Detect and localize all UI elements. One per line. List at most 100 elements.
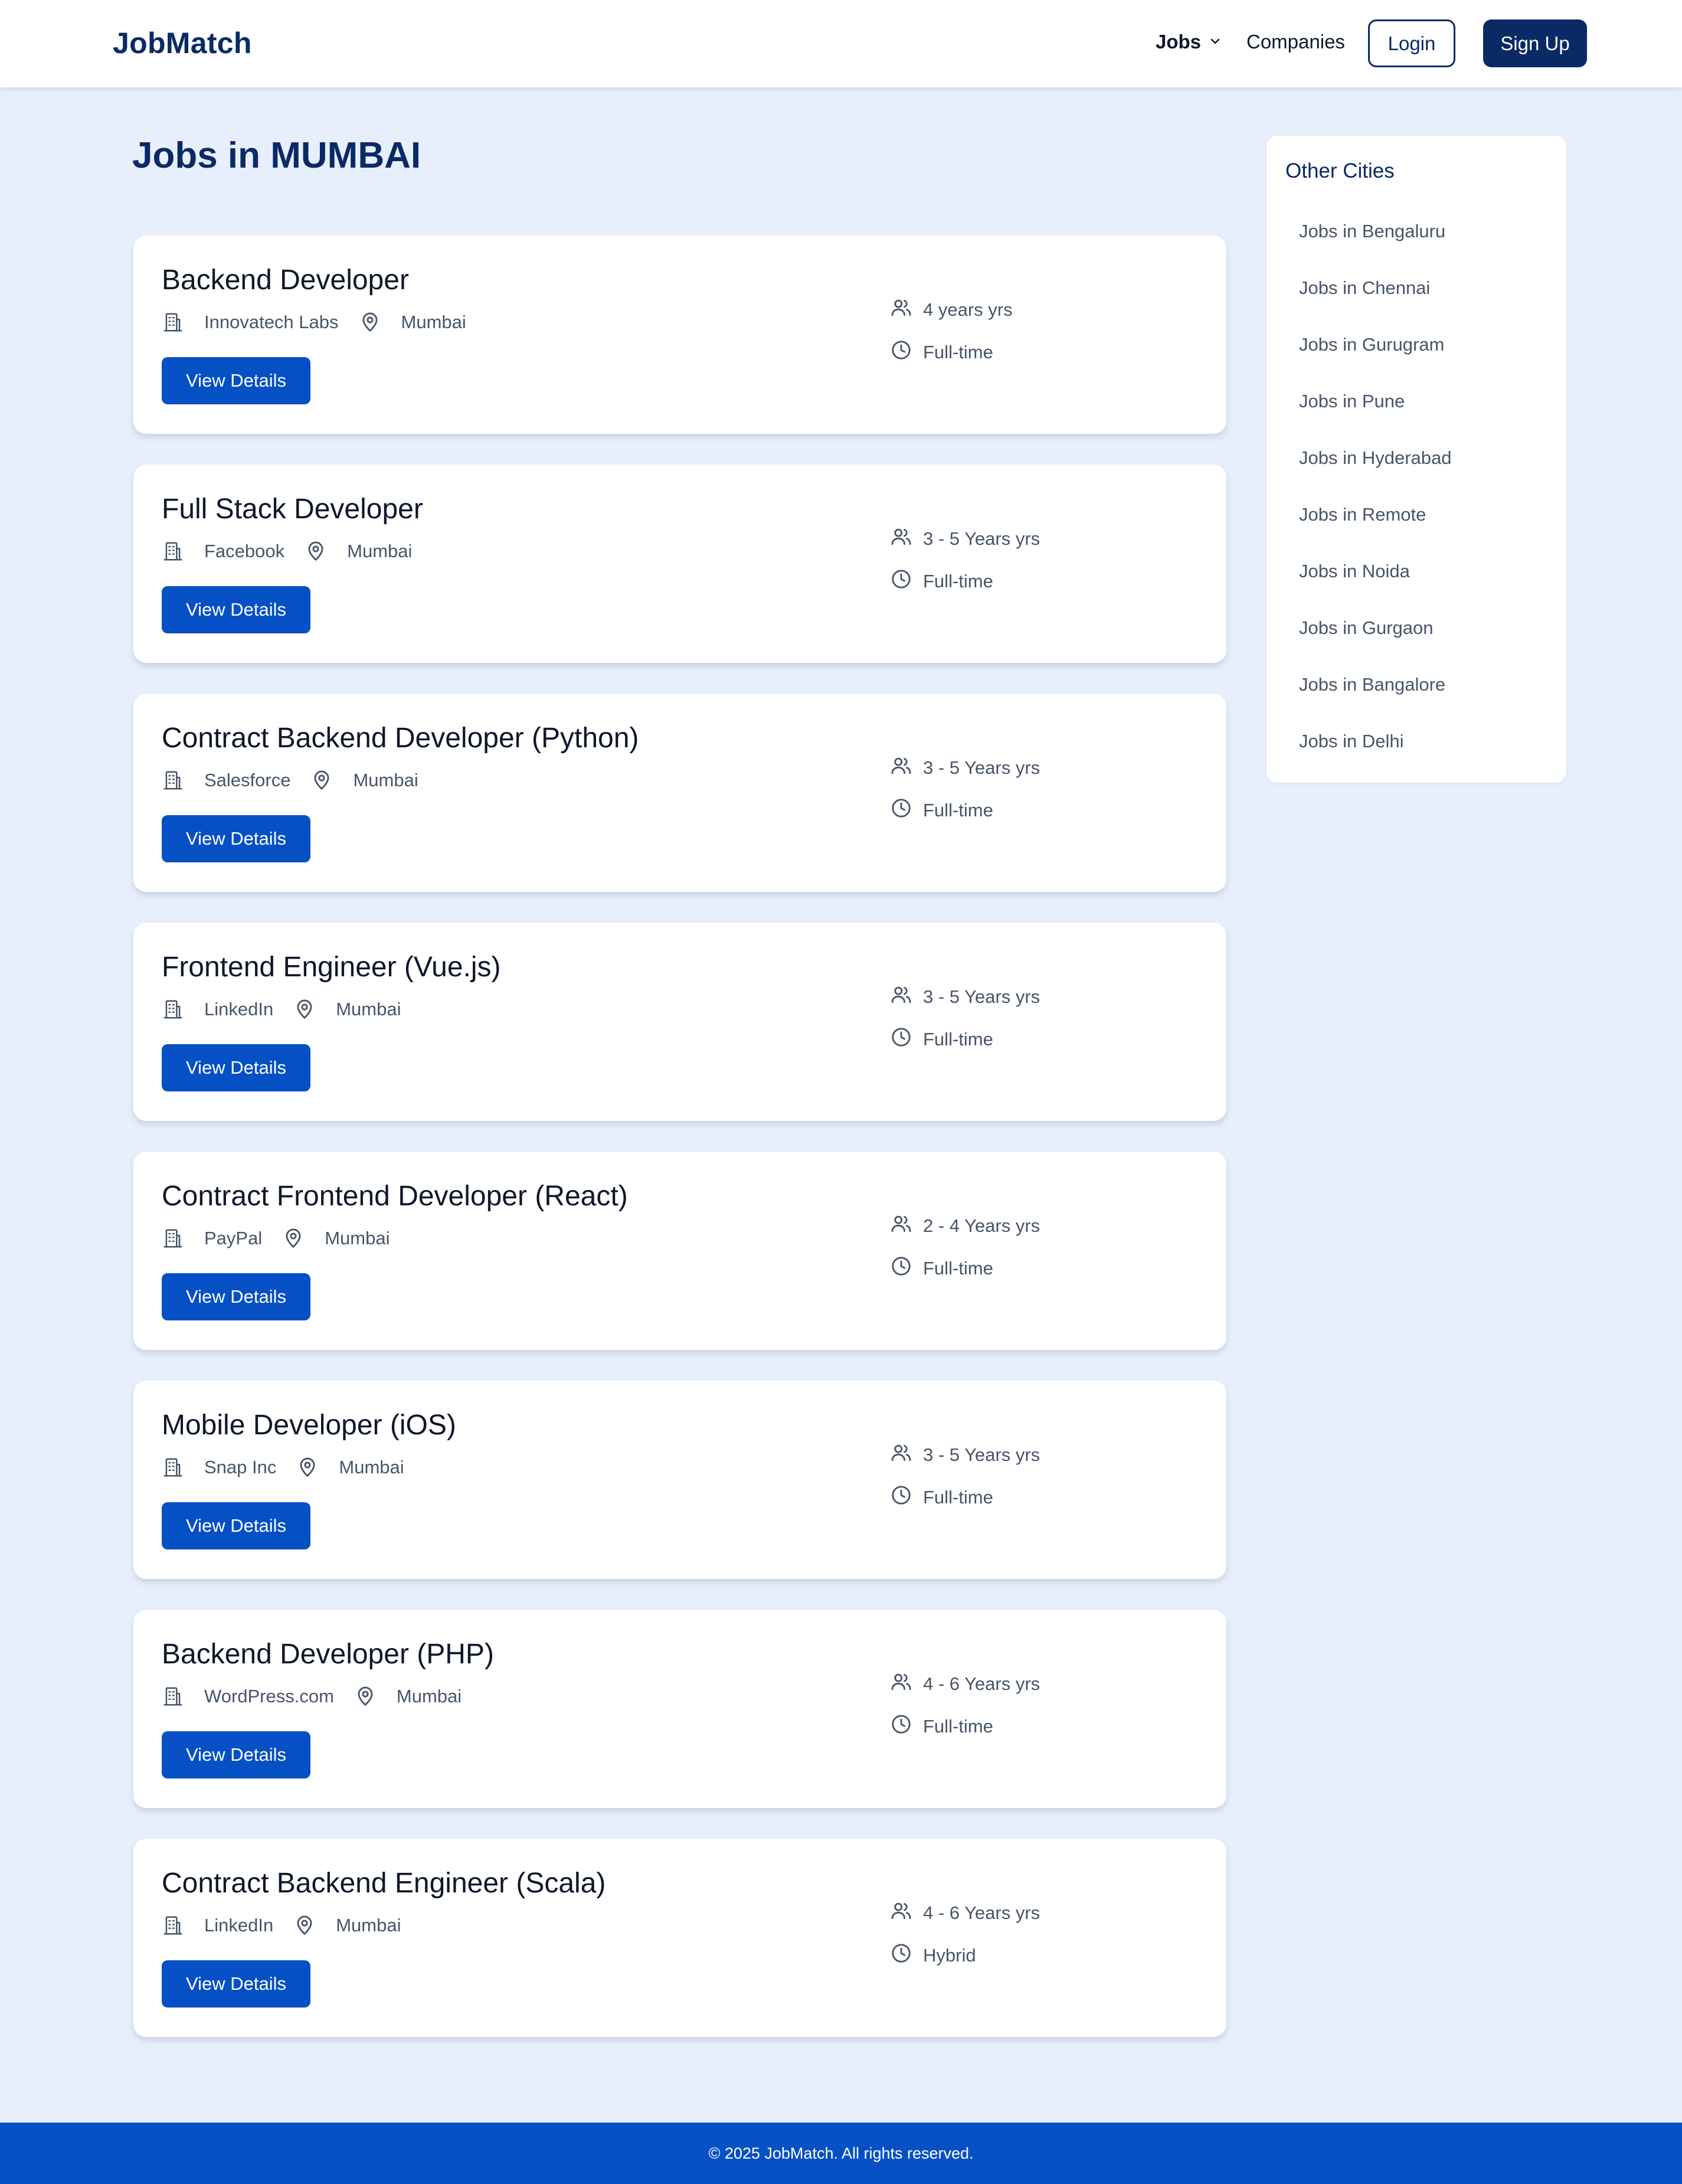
job-type-row: Full-time xyxy=(890,341,1013,364)
job-type-row: Full-time xyxy=(890,1257,1040,1280)
job-location: Mumbai xyxy=(396,1686,462,1706)
job-company: Salesforce xyxy=(204,770,291,790)
job-location: Mumbai xyxy=(353,770,418,790)
job-card: Backend Developer (PHP) WordPress.com Mu… xyxy=(133,1610,1226,1808)
city-link[interactable]: Jobs in Chennai xyxy=(1299,277,1452,334)
job-list: Backend Developer Innovatech Labs Mumbai… xyxy=(133,236,1226,2068)
view-details-button[interactable]: View Details xyxy=(162,1273,310,1320)
job-meta: Facebook Mumbai xyxy=(162,540,412,563)
job-company: Facebook xyxy=(204,541,285,561)
job-meta: PayPal Mumbai xyxy=(162,1227,390,1250)
job-experience: 3 - 5 Years yrs xyxy=(923,986,1040,1007)
users-icon xyxy=(890,525,923,552)
job-location: Mumbai xyxy=(339,1457,404,1477)
map-pin-icon xyxy=(296,1456,319,1479)
job-experience: 3 - 5 Years yrs xyxy=(923,757,1040,778)
view-details-button[interactable]: View Details xyxy=(162,357,310,404)
users-icon xyxy=(890,983,923,1011)
job-company: Innovatech Labs xyxy=(204,312,339,332)
job-type: Full-time xyxy=(923,1029,993,1050)
clock-icon xyxy=(890,1255,923,1282)
job-title: Contract Frontend Developer (React) xyxy=(162,1181,628,1212)
job-type-row: Full-time xyxy=(890,1028,1040,1051)
city-link[interactable]: Jobs in Bengaluru xyxy=(1299,221,1452,277)
job-card: Frontend Engineer (Vue.js) LinkedIn Mumb… xyxy=(133,923,1226,1121)
top-navbar: JobMatch Jobs Companies Login Sign Up xyxy=(0,0,1682,87)
nav-jobs-dropdown[interactable]: Jobs xyxy=(1156,31,1222,53)
view-details-button[interactable]: View Details xyxy=(162,1731,310,1778)
signup-button[interactable]: Sign Up xyxy=(1483,19,1587,67)
job-location: Mumbai xyxy=(347,541,413,561)
job-title: Backend Developer xyxy=(162,264,409,296)
job-location: Mumbai xyxy=(336,1915,401,1935)
other-cities-title: Other Cities xyxy=(1285,159,1395,182)
users-icon xyxy=(890,1899,923,1927)
job-card: Contract Backend Developer (Python) Sale… xyxy=(133,694,1226,892)
city-link[interactable]: Jobs in Gurgaon xyxy=(1299,617,1452,674)
city-list: Jobs in Bengaluru Jobs in Chennai Jobs in … xyxy=(1299,221,1452,787)
users-icon xyxy=(890,1441,923,1469)
job-card: Contract Backend Engineer (Scala) Linked… xyxy=(133,1839,1226,2037)
job-attributes: 2 - 4 Years yrs Full-time xyxy=(890,1214,1040,1299)
job-attributes: 3 - 5 Years yrs Full-time xyxy=(890,1443,1040,1528)
job-type: Full-time xyxy=(923,800,993,820)
job-type-row: Hybrid xyxy=(890,1944,1040,1967)
job-attributes: 3 - 5 Years yrs Full-time xyxy=(890,527,1040,612)
login-button[interactable]: Login xyxy=(1368,19,1455,67)
job-company: Snap Inc xyxy=(204,1457,277,1477)
job-attributes: 4 - 6 Years yrs Full-time xyxy=(890,1672,1040,1757)
city-link[interactable]: Jobs in Remote xyxy=(1299,504,1452,561)
job-card: Backend Developer Innovatech Labs Mumbai… xyxy=(133,236,1226,434)
job-company: LinkedIn xyxy=(204,1915,274,1935)
users-icon xyxy=(890,754,923,782)
view-details-button[interactable]: View Details xyxy=(162,1044,310,1091)
city-link[interactable]: Jobs in Bangalore xyxy=(1299,674,1452,731)
view-details-button[interactable]: View Details xyxy=(162,1960,310,2008)
job-card: Contract Frontend Developer (React) PayP… xyxy=(133,1152,1226,1350)
job-meta: LinkedIn Mumbai xyxy=(162,1914,401,1937)
view-details-button[interactable]: View Details xyxy=(162,1502,310,1549)
building-icon xyxy=(162,1685,184,1708)
view-details-button[interactable]: View Details xyxy=(162,586,310,633)
job-experience: 4 - 6 Years yrs xyxy=(923,1673,1040,1694)
job-experience: 2 - 4 Years yrs xyxy=(923,1215,1040,1236)
other-cities-panel: Other Cities Jobs in Bengaluru Jobs in Ch… xyxy=(1267,136,1566,783)
job-attributes: 4 years yrs Full-time xyxy=(890,298,1013,383)
city-link[interactable]: Jobs in Gurugram xyxy=(1299,334,1452,391)
job-experience-row: 2 - 4 Years yrs xyxy=(890,1214,1040,1238)
job-experience-row: 4 years yrs xyxy=(890,298,1013,322)
city-link[interactable]: Jobs in Delhi xyxy=(1299,731,1452,787)
building-icon xyxy=(162,1914,184,1937)
nav-companies-link[interactable]: Companies xyxy=(1246,31,1345,53)
job-location: Mumbai xyxy=(401,312,466,332)
users-icon xyxy=(890,1670,923,1698)
job-card: Mobile Developer (iOS) Snap Inc Mumbai V… xyxy=(133,1381,1226,1579)
clock-icon xyxy=(890,1942,923,1969)
map-pin-icon xyxy=(310,769,333,792)
copyright-text: © 2025 JobMatch. All rights reserved. xyxy=(708,2144,974,2162)
city-link[interactable]: Jobs in Pune xyxy=(1299,391,1452,447)
city-link[interactable]: Jobs in Hyderabad xyxy=(1299,447,1452,504)
job-location: Mumbai xyxy=(336,999,401,1019)
building-icon xyxy=(162,540,184,563)
brand-logo[interactable]: JobMatch xyxy=(113,26,252,60)
view-details-button[interactable]: View Details xyxy=(162,815,310,862)
job-type-row: Full-time xyxy=(890,570,1040,593)
building-icon xyxy=(162,769,184,792)
users-icon xyxy=(890,296,923,323)
job-experience-row: 3 - 5 Years yrs xyxy=(890,1443,1040,1467)
map-pin-icon xyxy=(293,1914,316,1937)
job-experience-row: 3 - 5 Years yrs xyxy=(890,756,1040,780)
footer: © 2025 JobMatch. All rights reserved. xyxy=(0,2123,1682,2184)
city-link[interactable]: Jobs in Noida xyxy=(1299,561,1452,617)
job-type-row: Full-time xyxy=(890,1715,1040,1738)
job-type: Full-time xyxy=(923,1487,993,1508)
building-icon xyxy=(162,1456,184,1479)
job-experience-row: 4 - 6 Years yrs xyxy=(890,1672,1040,1696)
job-experience-row: 3 - 5 Years yrs xyxy=(890,985,1040,1009)
job-attributes: 4 - 6 Years yrs Hybrid xyxy=(890,1901,1040,1986)
clock-icon xyxy=(890,797,923,824)
job-experience-row: 4 - 6 Years yrs xyxy=(890,1901,1040,1925)
job-experience: 3 - 5 Years yrs xyxy=(923,528,1040,549)
job-meta: LinkedIn Mumbai xyxy=(162,998,401,1021)
